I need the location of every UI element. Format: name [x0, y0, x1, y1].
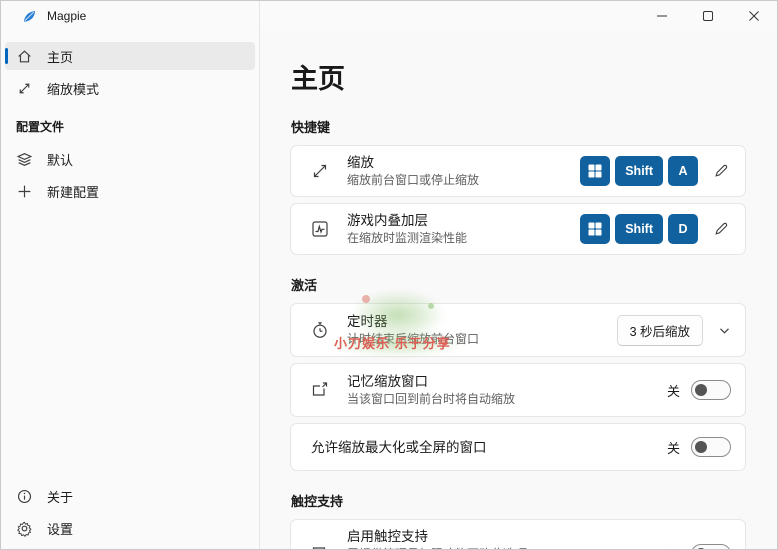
card-title: 启用触控支持 — [347, 529, 428, 544]
card-subtitle: 在缩放时监测渲染性能 — [347, 231, 468, 245]
close-button[interactable] — [731, 1, 777, 31]
section-activation: 激活 — [291, 278, 318, 293]
chevron-down-icon[interactable] — [718, 324, 731, 337]
card-subtitle: 当该窗口回到前台时将自动缩放 — [347, 392, 516, 406]
windows-key-badge — [580, 156, 611, 186]
sidebar-item-label: 新建配置 — [47, 184, 100, 200]
allow-fullscreen-toggle[interactable] — [691, 437, 731, 457]
titlebar-right — [260, 1, 777, 31]
stopwatch-icon — [310, 320, 330, 340]
timer-duration-dropdown[interactable]: 3 秒后缩放 — [616, 314, 703, 346]
minimize-button[interactable] — [639, 1, 685, 31]
card-title: 允许缩放最大化或全屏的窗口 — [311, 439, 487, 455]
toggle-state-label: 关 — [666, 440, 680, 456]
sidebar-item-label: 缩放模式 — [47, 81, 100, 97]
sidebar-item-home[interactable]: 主页 — [5, 42, 255, 70]
maximize-button[interactable] — [685, 1, 731, 31]
card-subtitle: 缩放前台窗口或停止缩放 — [347, 173, 480, 187]
letter-key-badge: A — [668, 156, 698, 186]
shift-key-badge: Shift — [615, 156, 663, 186]
sidebar-item-label: 主页 — [47, 49, 74, 65]
sidebar-item-default-profile[interactable]: 默认 — [5, 145, 255, 173]
remember-window-toggle[interactable] — [691, 380, 731, 400]
setting-card-overlay-shortcut: 游戏内叠加层 在缩放时监测渲染性能 Shift D — [290, 203, 746, 255]
main-content: 主页 快捷键 缩放 缩放前台窗口或停止缩放 Shift A 游戏内叠加层 在缩放… — [260, 31, 777, 549]
edit-shortcut-button[interactable] — [711, 219, 731, 239]
plus-icon — [16, 183, 33, 200]
toggle-state-label: 关 — [667, 545, 680, 550]
shift-key-badge: Shift — [615, 214, 663, 244]
section-touch-support: 触控支持 — [291, 494, 344, 509]
sidebar-section-profiles: 配置文件 — [16, 120, 65, 134]
sidebar-item-label: 默认 — [47, 152, 74, 168]
sidebar-item-about[interactable]: 关于 — [5, 482, 255, 510]
gear-icon — [16, 520, 33, 537]
letter-key-badge: D — [668, 214, 698, 244]
info-icon — [16, 488, 33, 505]
card-subtitle: 计时结束后缩放前台窗口 — [347, 332, 480, 346]
overlay-chart-icon — [310, 219, 330, 239]
edit-shortcut-button[interactable] — [711, 161, 731, 181]
magpie-window: Magpie 主页 缩放模式 配置文件 默认 新建配置 关于 设置 主页 快捷键… — [0, 0, 778, 550]
sidebar-item-settings[interactable]: 设置 — [5, 514, 255, 542]
setting-card-zoom-shortcut: 缩放 缩放前台窗口或停止缩放 Shift A — [290, 145, 746, 197]
enable-touch-toggle[interactable] — [691, 544, 731, 549]
home-icon — [16, 48, 33, 65]
page-title: 主页 — [291, 64, 345, 94]
setting-card-enable-touch: 启用触控支持 需提供管理员权限才能更改此选项 了解更多 关 — [290, 519, 746, 549]
titlebar-left: Magpie — [1, 1, 259, 31]
sidebar-item-label: 设置 — [47, 521, 74, 537]
windows-key-badge — [580, 214, 611, 244]
card-title: 记忆缩放窗口 — [347, 374, 428, 389]
window-arrow-icon — [310, 380, 330, 400]
selection-indicator — [5, 48, 8, 64]
sidebar-panel: Magpie 主页 缩放模式 配置文件 默认 新建配置 关于 设置 — [1, 1, 260, 549]
app-title: Magpie — [47, 9, 87, 23]
card-title: 游戏内叠加层 — [347, 213, 428, 228]
sidebar-item-label: 关于 — [47, 489, 74, 505]
setting-card-allow-fullscreen: 允许缩放最大化或全屏的窗口 关 — [290, 423, 746, 471]
sidebar-nav: 主页 缩放模式 配置文件 默认 新建配置 关于 设置 — [1, 31, 259, 549]
magpie-logo-icon — [22, 9, 37, 24]
sidebar-item-zoom-mode[interactable]: 缩放模式 — [5, 74, 255, 102]
content-panel: 主页 快捷键 缩放 缩放前台窗口或停止缩放 Shift A 游戏内叠加层 在缩放… — [260, 1, 777, 549]
touch-icon — [310, 544, 330, 549]
zoom-mode-icon — [16, 80, 33, 97]
setting-card-timer: 定时器 计时结束后缩放前台窗口 3 秒后缩放 — [290, 303, 746, 357]
card-subtitle: 需提供管理员权限才能更改此选项 — [347, 547, 527, 549]
card-title: 定时器 — [347, 314, 388, 329]
resize-diagonal-icon — [310, 161, 330, 181]
setting-card-remember-window: 记忆缩放窗口 当该窗口回到前台时将自动缩放 关 — [290, 363, 746, 417]
layers-icon — [16, 151, 33, 168]
toggle-state-label: 关 — [666, 383, 680, 399]
card-title: 缩放 — [347, 155, 374, 170]
sidebar-item-new-profile[interactable]: 新建配置 — [5, 177, 255, 205]
section-shortcuts: 快捷键 — [291, 120, 331, 135]
